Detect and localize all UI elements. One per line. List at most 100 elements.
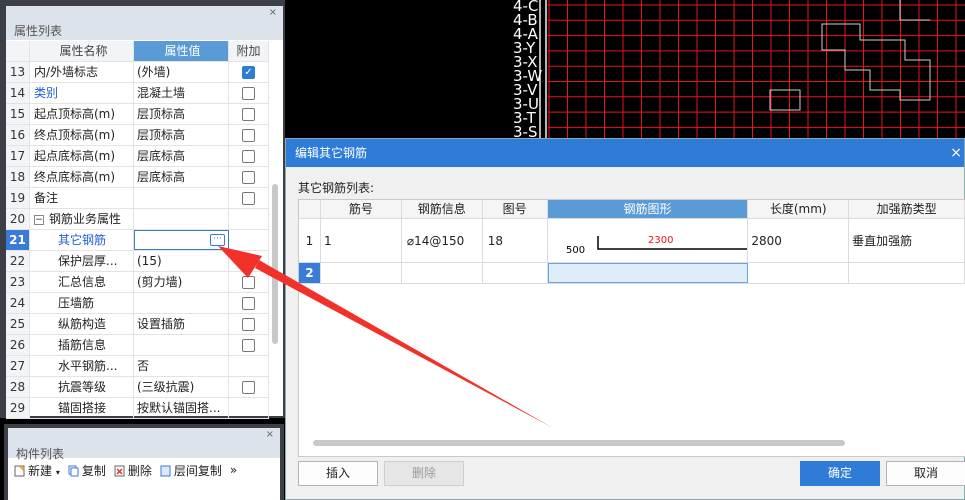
property-value-cell[interactable]: 混凝土墙 (134, 83, 229, 103)
property-name-cell: 压墙筋 (30, 293, 134, 313)
property-row[interactable]: 20− 钢筋业务属性 (6, 209, 269, 230)
property-value-cell[interactable]: 设置插筋 (134, 314, 229, 334)
header-row-number (299, 200, 321, 218)
table-row[interactable]: 1 1 ⌀14@150 18 500 2300 2800 垂直加强筋 (299, 219, 965, 263)
property-value-cell[interactable]: 按默认锚固搭... (134, 398, 229, 418)
property-row[interactable]: 23 汇总信息 (剪力墙) (6, 272, 269, 293)
property-row[interactable]: 25 纵筋构造 设置插筋 (6, 314, 269, 335)
property-row[interactable]: 24 压墙筋 (6, 293, 269, 314)
header-property-name[interactable]: 属性名称 (30, 41, 134, 61)
checkbox[interactable] (242, 149, 255, 163)
checkbox[interactable] (242, 296, 255, 310)
length-cell[interactable]: 2800 (748, 219, 850, 262)
grid-horizontal-scrollbar[interactable] (313, 440, 845, 446)
property-row[interactable]: 29 锚固搭接 按默认锚固搭... (6, 398, 269, 419)
bar-number-cell[interactable]: 1 (321, 219, 402, 262)
property-panel-close-icon[interactable]: × (269, 7, 277, 18)
checkbox[interactable] (242, 317, 255, 331)
row-number: 20 (6, 209, 30, 229)
table-row[interactable]: 2 (299, 263, 965, 284)
property-value-cell[interactable]: 层顶标高 (134, 104, 229, 124)
checkbox[interactable] (242, 338, 255, 352)
property-value-cell[interactable]: (15) (134, 251, 229, 271)
property-row[interactable]: 13 内/外墙标志 (外墙) ✓ (6, 62, 269, 83)
row-number: 15 (6, 104, 30, 124)
dialog-close-icon[interactable]: × (950, 139, 962, 167)
checkbox[interactable] (242, 170, 255, 184)
property-value-cell[interactable] (134, 335, 229, 355)
header-figure-number[interactable]: 图号 (483, 200, 548, 218)
extra-cell (229, 335, 269, 355)
property-value-cell[interactable]: 层底标高 (134, 146, 229, 166)
header-extra[interactable]: 附加 (229, 41, 269, 61)
chevron-down-icon[interactable]: ▾ (56, 468, 60, 477)
property-row[interactable]: 22 保护层厚... (15) (6, 251, 269, 272)
property-row[interactable]: 27 水平钢筋... 否 (6, 356, 269, 377)
property-row[interactable]: 16 终点顶标高(m) 层顶标高 (6, 125, 269, 146)
property-value-cell[interactable] (134, 293, 229, 313)
delete-row-button[interactable]: 删除 (384, 461, 464, 486)
checkbox[interactable] (242, 128, 255, 142)
checkbox-checked[interactable]: ✓ (242, 65, 255, 79)
reinforcement-type-cell[interactable] (849, 263, 965, 283)
component-panel-close-icon[interactable]: × (266, 429, 274, 440)
extra-cell (229, 230, 269, 250)
property-name-cell: 纵筋构造 (30, 314, 134, 334)
ok-button[interactable]: 确定 (800, 461, 880, 486)
copy-button[interactable]: 复制 (68, 462, 106, 479)
header-property-value[interactable]: 属性值 (134, 41, 229, 61)
rebar-grid-header: 筋号 钢筋信息 图号 钢筋图形 长度(mm) 加强筋类型 (299, 200, 965, 219)
checkbox[interactable] (242, 107, 255, 121)
bar-shape-cell[interactable]: 500 2300 (548, 219, 749, 262)
property-value-cell[interactable]: 否 (134, 356, 229, 376)
row-number: 27 (6, 356, 30, 376)
property-value-cell[interactable]: (剪力墙) (134, 272, 229, 292)
floor-copy-button[interactable]: 层间复制 (160, 462, 222, 479)
property-value-cell[interactable]: ··· (134, 230, 229, 250)
property-name-cell: 起点底标高(m) (30, 146, 134, 166)
new-button[interactable]: 新建 ▾ (14, 462, 60, 479)
bar-shape-cell-selected[interactable] (547, 263, 749, 283)
checkbox[interactable] (242, 86, 255, 100)
property-row[interactable]: 26 插筋信息 (6, 335, 269, 356)
property-value-cell[interactable] (134, 209, 229, 229)
checkbox[interactable] (242, 380, 255, 394)
bar-number-cell[interactable] (321, 263, 402, 283)
figure-number-cell[interactable]: 18 (483, 219, 548, 262)
property-value-cell[interactable]: 层顶标高 (134, 125, 229, 145)
property-value-cell[interactable]: (外墙) (134, 62, 229, 82)
property-row[interactable]: 17 起点底标高(m) 层底标高 (6, 146, 269, 167)
header-length[interactable]: 长度(mm) (748, 200, 850, 218)
more-options-icon[interactable]: ··· (210, 234, 225, 246)
property-row[interactable]: 19 备注 (6, 188, 269, 209)
component-panel-header: × 构件列表 (8, 428, 280, 461)
bar-info-cell[interactable] (402, 263, 483, 283)
delete-button[interactable]: 删除 (114, 462, 152, 479)
property-value-cell[interactable] (134, 188, 229, 208)
property-value-cell[interactable]: 层底标高 (134, 167, 229, 187)
bar-info-cell[interactable]: ⌀14@150 (402, 219, 483, 262)
figure-number-cell[interactable] (483, 263, 548, 283)
checkbox[interactable] (242, 275, 255, 289)
header-bar-shape[interactable]: 钢筋图形 (547, 200, 749, 218)
reinforcement-type-cell[interactable]: 垂直加强筋 (849, 219, 965, 262)
property-row[interactable]: 28 抗震等级 (三级抗震) (6, 377, 269, 398)
header-bar-info[interactable]: 钢筋信息 (402, 200, 483, 218)
property-row[interactable]: 18 终点底标高(m) 层底标高 (6, 167, 269, 188)
insert-button[interactable]: 插入 (298, 461, 378, 486)
property-row[interactable]: 15 起点顶标高(m) 层顶标高 (6, 104, 269, 125)
collapse-icon[interactable]: − (34, 214, 44, 225)
property-scrollbar[interactable] (272, 184, 278, 344)
length-cell[interactable] (748, 263, 850, 283)
property-row[interactable]: 21 其它钢筋 ··· (6, 230, 269, 251)
property-row[interactable]: 14 类别 混凝土墙 (6, 83, 269, 104)
row-number: 17 (6, 146, 30, 166)
checkbox[interactable] (242, 254, 255, 268)
component-panel: × 构件列表 新建 ▾ 复制 删除 层间复制 » (4, 424, 284, 500)
property-value-cell[interactable]: (三级抗震) (134, 377, 229, 397)
header-reinforcement-type[interactable]: 加强筋类型 (849, 200, 965, 218)
toolbar-more-icon[interactable]: » (230, 463, 237, 477)
header-bar-number[interactable]: 筋号 (321, 200, 402, 218)
cancel-button[interactable]: 取消 (886, 461, 965, 486)
checkbox[interactable] (242, 191, 255, 205)
